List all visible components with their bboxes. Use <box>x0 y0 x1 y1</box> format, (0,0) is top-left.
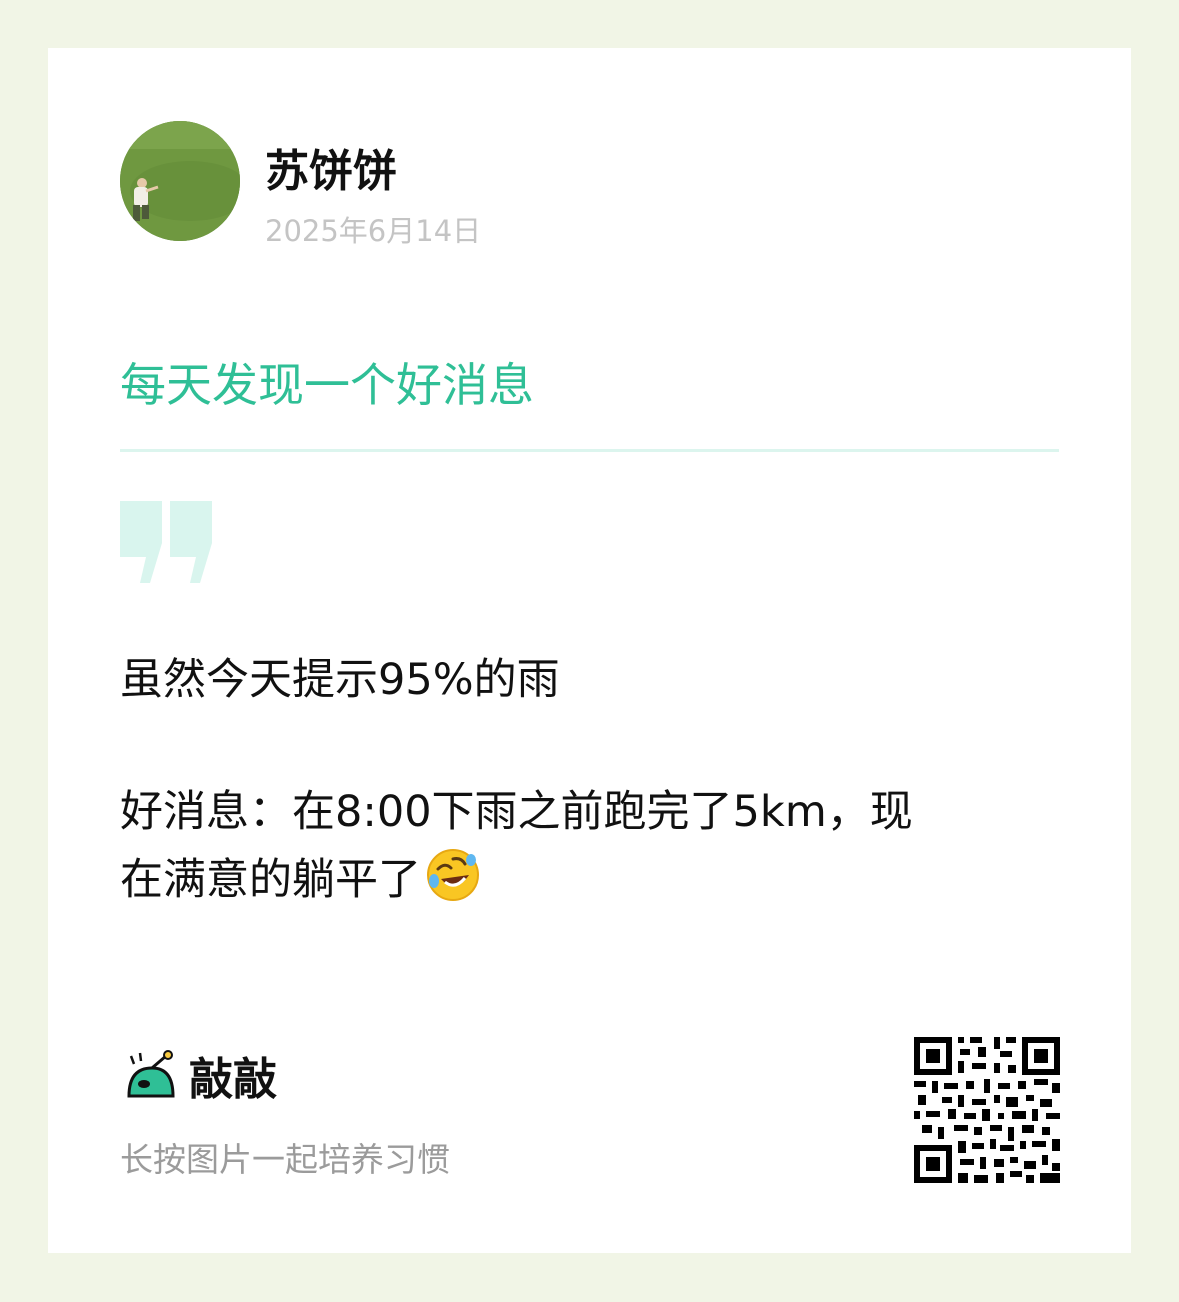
post-text-line-2: 好消息：在8:00下雨之前跑完了5km，现 <box>120 787 913 837</box>
section-title: 每天发现一个好消息 <box>120 358 534 412</box>
post-text-line-1: 虽然今天提示95%的雨 <box>120 655 560 705</box>
brand-name: 敲敲 <box>189 1054 277 1105</box>
rolling-on-the-floor-laughing-emoji <box>427 849 479 901</box>
avatar[interactable] <box>120 121 240 241</box>
avatar-photo <box>120 121 240 241</box>
quote-mark-icon <box>120 501 212 583</box>
footer-note: 长按图片一起培养习惯 <box>120 1140 450 1179</box>
post-date: 2025年6月14日 <box>265 214 482 248</box>
post-text-line-3: 在满意的躺平了 <box>120 847 481 910</box>
post-text-line-3-text: 在满意的躺平了 <box>120 855 421 905</box>
qr-code-icon[interactable] <box>914 1037 1060 1183</box>
share-card: 苏饼饼 2025年6月14日 每天发现一个好消息 虽然今天提示95%的雨 好消息… <box>48 48 1131 1253</box>
author-name: 苏饼饼 <box>265 146 397 197</box>
divider <box>120 449 1059 452</box>
brand-logo-icon <box>127 1050 175 1098</box>
